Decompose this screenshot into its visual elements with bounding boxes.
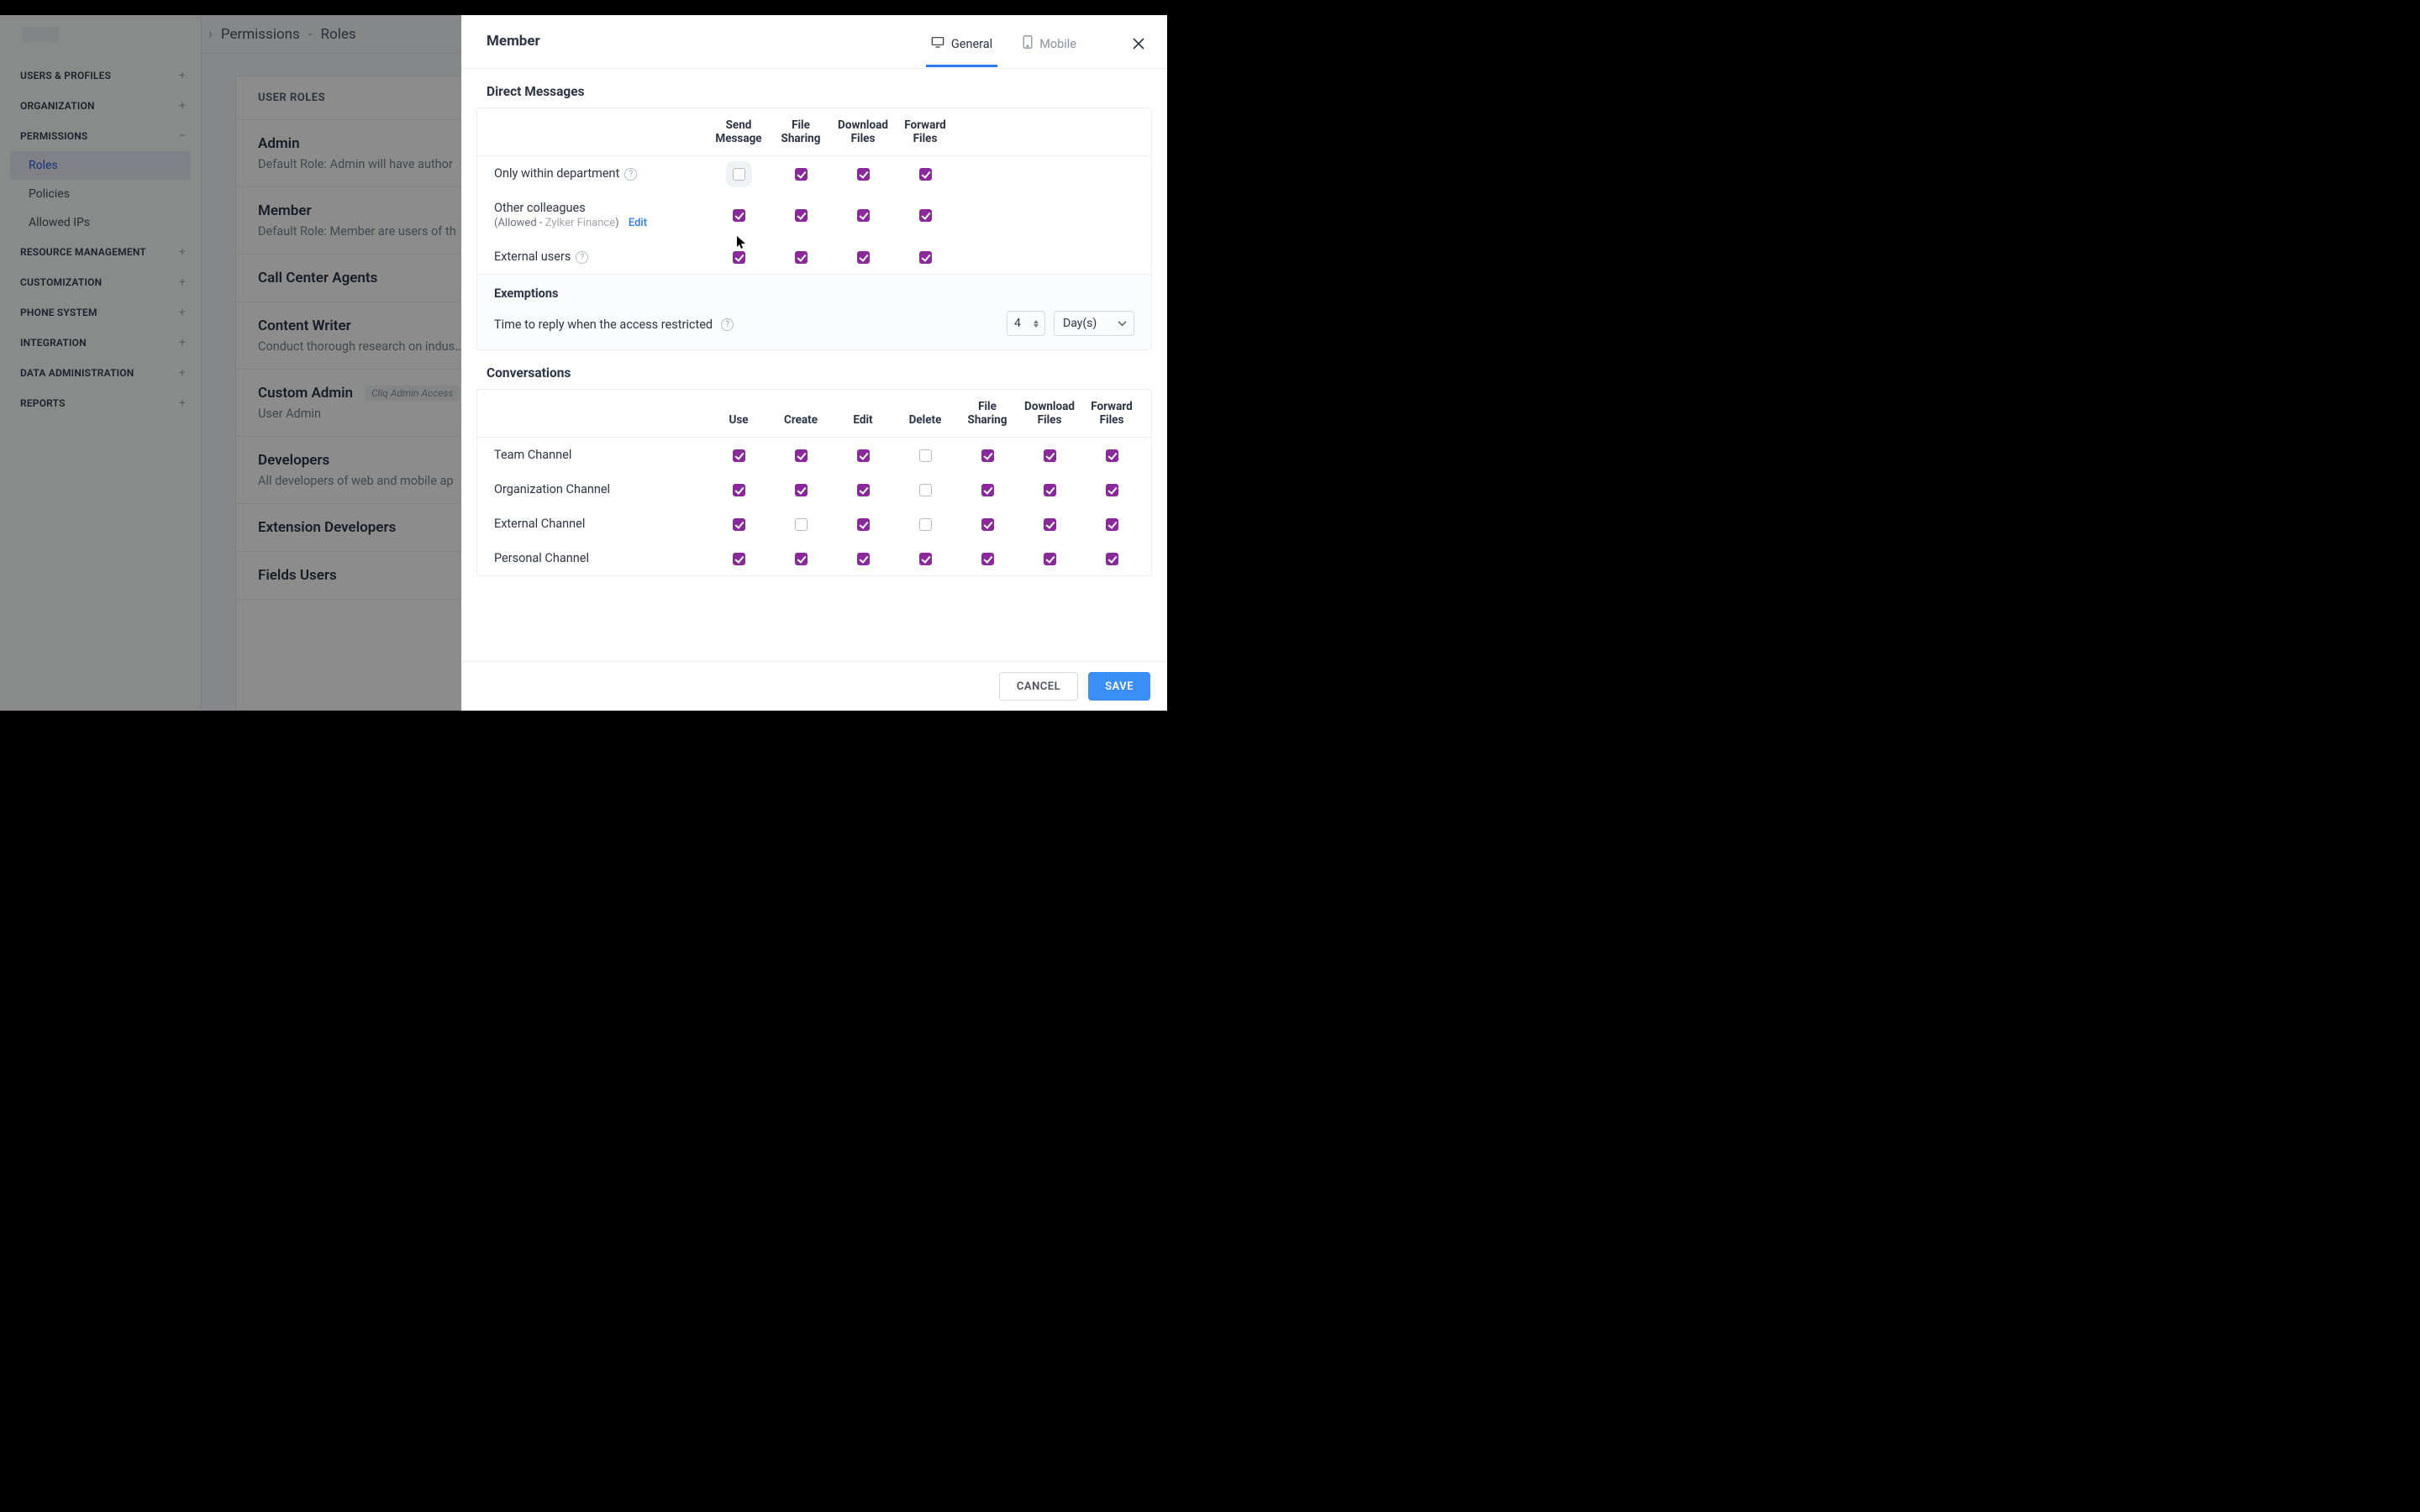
checkbox[interactable] [733, 553, 745, 565]
checkbox[interactable] [1044, 484, 1056, 496]
save-button[interactable]: SAVE [1088, 672, 1150, 701]
checkbox[interactable] [857, 251, 870, 264]
panel-title: Member [487, 33, 540, 63]
col-header: DownloadFiles [832, 118, 894, 145]
col-header: FileSharing [956, 400, 1018, 427]
checkbox[interactable] [1106, 449, 1118, 462]
checkbox[interactable] [1106, 518, 1118, 531]
col-header: SendMessage [708, 118, 770, 145]
checkbox[interactable] [1044, 449, 1056, 462]
stepper-up-icon[interactable] [1034, 320, 1039, 323]
checkbox[interactable] [919, 251, 932, 264]
perm-row: Only within department? [477, 156, 1151, 191]
checkbox[interactable] [733, 168, 745, 181]
col-header: DownloadFiles [1018, 400, 1081, 427]
dm-table: SendMessageFileSharingDownloadFilesForwa… [476, 108, 1152, 350]
perm-row: Personal Channel [477, 541, 1151, 575]
edit-link[interactable]: Edit [629, 217, 647, 229]
checkbox[interactable] [857, 484, 870, 496]
checkbox[interactable] [919, 209, 932, 222]
perm-row: Team Channel [477, 438, 1151, 472]
checkbox[interactable] [919, 484, 932, 496]
role-editor-panel: Member General Mobile Direct Messages Se… [461, 15, 1167, 711]
tab-general-label: General [951, 37, 992, 51]
checkbox[interactable] [795, 484, 808, 496]
checkbox[interactable] [795, 251, 808, 264]
checkbox[interactable] [919, 168, 932, 181]
col-header: Use [708, 413, 770, 427]
checkbox[interactable] [981, 449, 994, 462]
checkbox[interactable] [1044, 518, 1056, 531]
checkbox[interactable] [795, 553, 808, 565]
perm-row: Organization Channel [477, 472, 1151, 507]
perm-row: External users? [477, 239, 1151, 274]
checkbox[interactable] [919, 553, 932, 565]
checkbox[interactable] [919, 518, 932, 531]
mobile-icon [1023, 35, 1033, 52]
tab-mobile-label: Mobile [1039, 37, 1076, 51]
col-header: ForwardFiles [894, 118, 956, 145]
exemption-label: Time to reply when the access restricted [494, 318, 713, 332]
help-icon[interactable]: ? [576, 251, 588, 264]
checkbox[interactable] [857, 518, 870, 531]
section-direct-messages: Direct Messages [461, 84, 1167, 108]
exemption-unit-select[interactable]: Day(s) [1054, 311, 1134, 336]
checkbox[interactable] [795, 168, 808, 181]
checkbox[interactable] [857, 168, 870, 181]
help-icon[interactable]: ? [721, 318, 734, 331]
checkbox[interactable] [733, 251, 745, 264]
checkbox[interactable] [981, 518, 994, 531]
checkbox[interactable] [733, 209, 745, 222]
exemptions-title: Exemptions [477, 275, 1151, 304]
checkbox[interactable] [1044, 553, 1056, 565]
stepper-down-icon[interactable] [1034, 324, 1039, 328]
checkbox[interactable] [733, 449, 745, 462]
checkbox[interactable] [733, 518, 745, 531]
cursor-icon [737, 236, 747, 249]
conv-table: UseCreateEditDeleteFileSharingDownloadFi… [476, 389, 1152, 576]
checkbox[interactable] [795, 449, 808, 462]
desktop-icon [931, 36, 944, 51]
tab-general[interactable]: General [926, 28, 997, 67]
checkbox[interactable] [857, 209, 870, 222]
section-conversations: Conversations [461, 365, 1167, 389]
exemption-value-input[interactable]: 4 [1007, 311, 1045, 336]
checkbox[interactable] [795, 518, 808, 531]
tab-mobile[interactable]: Mobile [1018, 27, 1081, 68]
checkbox[interactable] [1106, 553, 1118, 565]
checkbox[interactable] [857, 553, 870, 565]
col-header: Create [770, 413, 832, 427]
checkbox[interactable] [733, 484, 745, 496]
col-header: FileSharing [770, 118, 832, 145]
col-header: Edit [832, 413, 894, 427]
checkbox[interactable] [919, 449, 932, 462]
help-icon[interactable]: ? [624, 168, 637, 181]
checkbox[interactable] [981, 484, 994, 496]
close-button[interactable] [1127, 36, 1150, 60]
checkbox[interactable] [981, 553, 994, 565]
checkbox[interactable] [1106, 484, 1118, 496]
perm-row: Other colleagues(Allowed - Zylker Financ… [477, 191, 1151, 239]
cancel-button[interactable]: CANCEL [999, 672, 1078, 701]
perm-row: External Channel [477, 507, 1151, 541]
checkbox[interactable] [795, 209, 808, 222]
col-header: Delete [894, 413, 956, 427]
checkbox[interactable] [857, 449, 870, 462]
col-header: ForwardFiles [1081, 400, 1143, 427]
